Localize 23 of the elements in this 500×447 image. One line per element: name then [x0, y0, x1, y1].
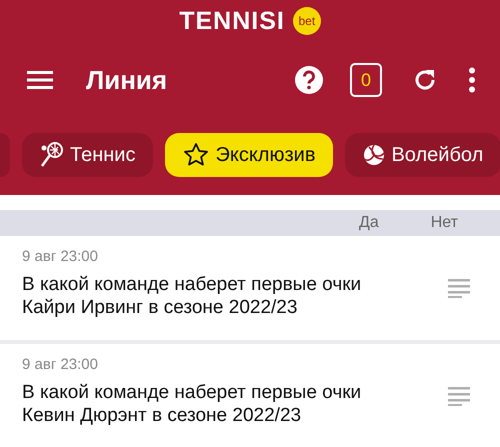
- sport-chip[interactable]: Волейбол: [345, 133, 500, 177]
- logo-badge: bet: [292, 7, 321, 35]
- lines-icon: [448, 386, 470, 406]
- coupon-counter[interactable]: 0: [350, 63, 382, 97]
- event-row[interactable]: 9 авг 23:00 В какой команде наберет первые очки Кевин Дюрэнт в сезоне 2022/23: [0, 344, 500, 447]
- help-icon[interactable]: [294, 65, 324, 95]
- event-time: 9 авг 23:00: [22, 356, 99, 372]
- event-time: 9 авг 23:00: [22, 248, 99, 264]
- sport-chip[interactable]: Эксклюзив: [165, 133, 334, 177]
- volleyball-icon: [363, 144, 386, 166]
- event-title: В какой команде наберет первые очки Кевин Дюрэнт в сезоне 2022/23: [22, 380, 362, 426]
- column-header: Да: [359, 214, 379, 232]
- event-title: В какой команде наберет первые очки Кайри Ирвинг в сезоне 2022/23: [22, 272, 362, 318]
- event-row[interactable]: 9 авг 23:00 В какой команде наберет первые очки Кайри Ирвинг в сезоне 2022/23: [0, 236, 500, 344]
- more-icon[interactable]: [468, 67, 476, 93]
- page-title: Линия: [86, 64, 168, 96]
- logo-text: TENNISI: [179, 6, 285, 36]
- tennis-racket-icon: [40, 142, 64, 168]
- column-header: Нет: [430, 214, 458, 232]
- lines-icon: [448, 278, 470, 298]
- sport-chip[interactable]: Теннис: [22, 133, 154, 177]
- star-icon: [183, 142, 210, 168]
- menu-icon[interactable]: [26, 69, 54, 91]
